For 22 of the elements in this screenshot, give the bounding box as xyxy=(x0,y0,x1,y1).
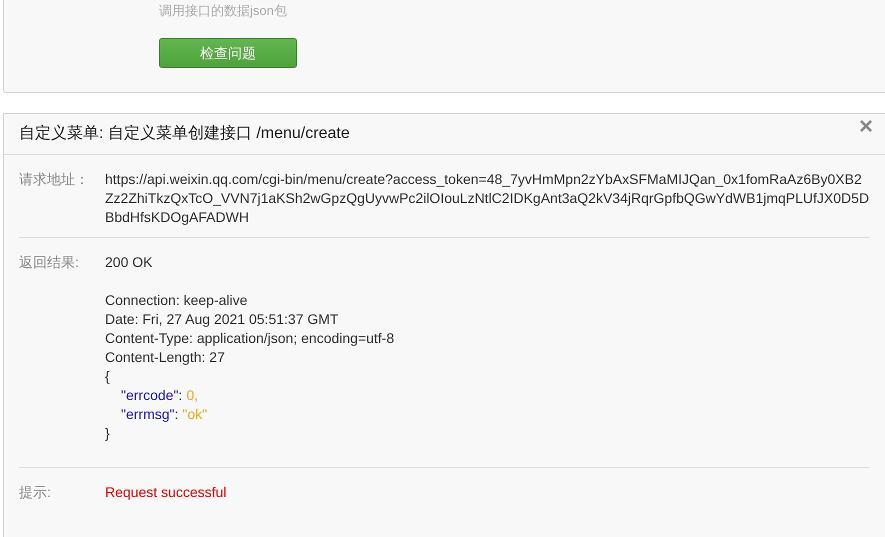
json-brace: } xyxy=(105,424,110,443)
status-line: 200 OK xyxy=(105,253,152,272)
field-label: 返回结果: xyxy=(19,253,80,272)
tip-message: Request successful xyxy=(105,483,226,502)
json-value: 0, xyxy=(186,386,198,405)
request-url: https://api.weixin.qq.com/cgi-bin/menu/create?access_token=48_7yvHmMpn2zYbAxSFMaMIJQan_0x1fomRaAz6By0XB2Zz2ZhiTkzQxTcO_VVN7j1aKSh2wGpzQgUyvwPc2ilOIouLzNtlC2IDKgAnt3aQ2kV34jRqrGpfbQGwYdWB1jmqPLUfJX0D5DBbdHfsKDOgAFADWH xyxy=(105,170,870,227)
field-label: 请求地址： xyxy=(19,170,90,189)
json-brace: { xyxy=(105,367,110,386)
check-button[interactable]: 检查问题 xyxy=(159,38,297,68)
close-button[interactable]: × xyxy=(858,115,873,139)
hint-text: 调用接口的数据json包 xyxy=(159,3,287,18)
json-value: "ok" xyxy=(182,405,208,424)
field-label: 提示: xyxy=(19,483,52,502)
json-key: "errmsg" xyxy=(121,405,174,424)
header-line: Date: Fri, 27 Aug 2021 05:51:37 GMT xyxy=(105,310,338,329)
panel-title: 自定义菜单: 自定义菜单创建接口 /menu/create xyxy=(19,124,350,144)
header-line: Content-Length: 27 xyxy=(105,348,225,367)
json-key: "errcode" xyxy=(121,386,178,405)
header-line: Content-Type: application/json; encoding=utf-8 xyxy=(105,329,394,348)
json-colon: : xyxy=(174,405,178,424)
header-line: Connection: keep-alive xyxy=(105,291,248,310)
json-colon: : xyxy=(178,386,182,405)
